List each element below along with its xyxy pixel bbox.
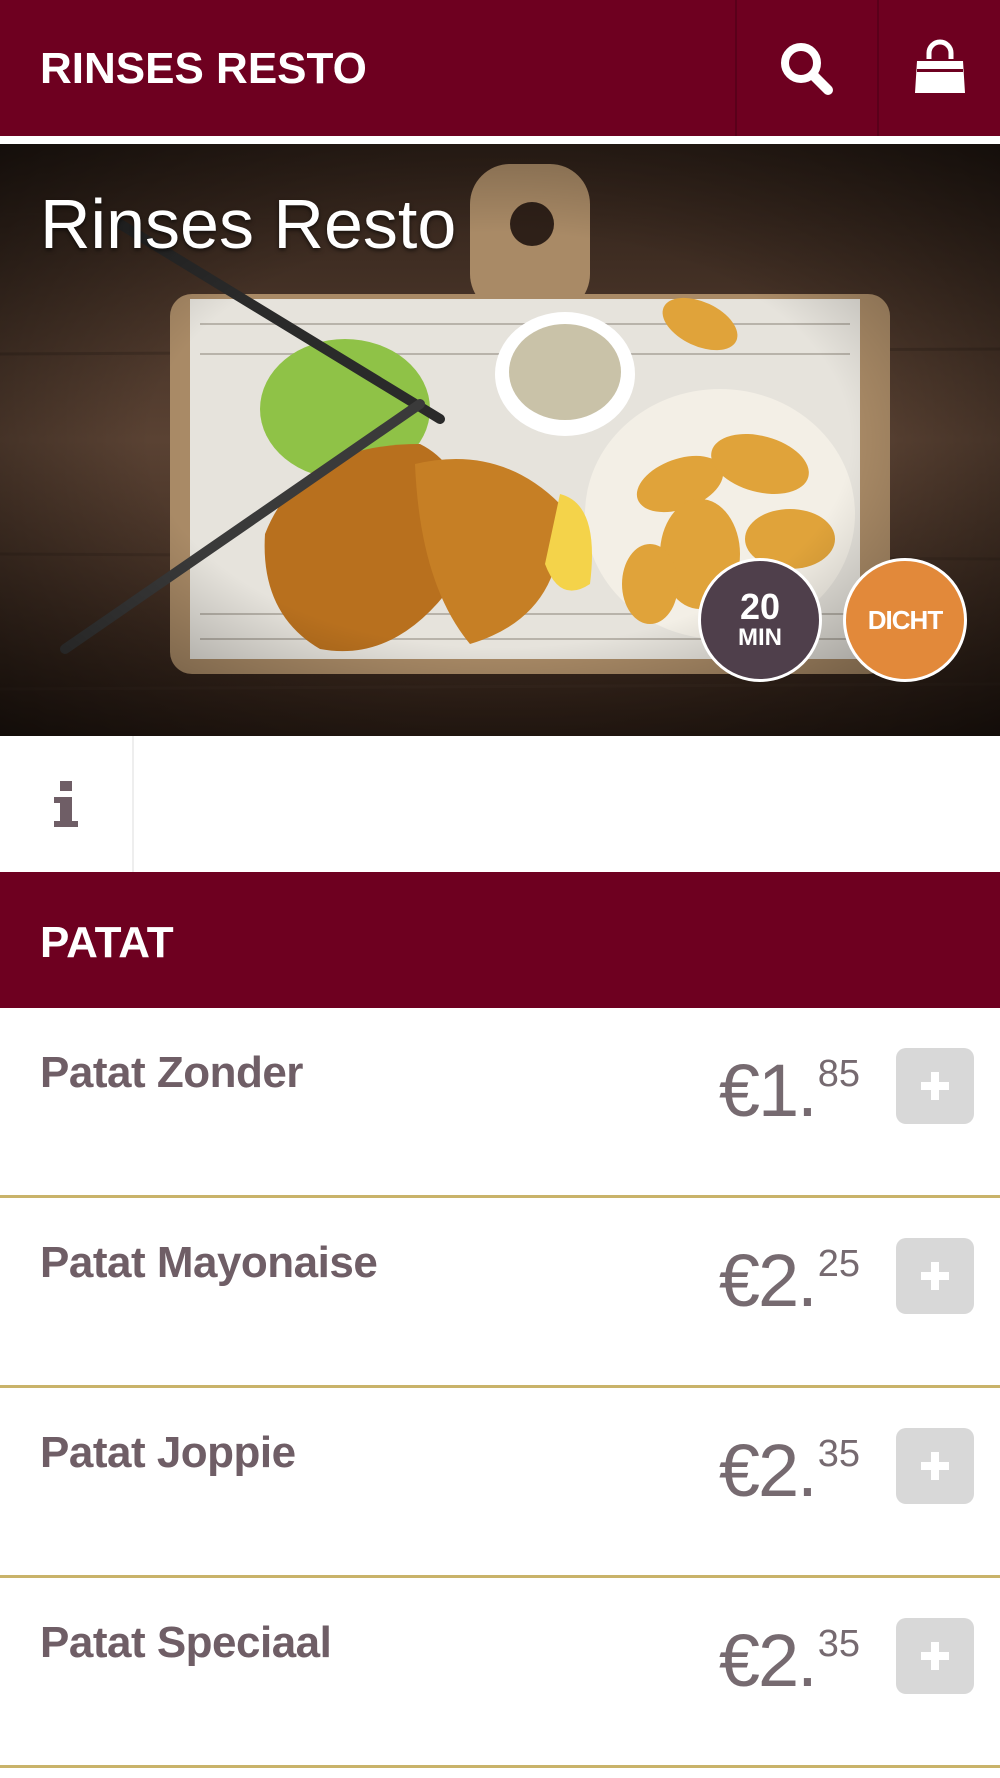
restaurant-title: Rinses Resto xyxy=(40,185,457,263)
shopping-bag-icon xyxy=(914,39,965,93)
item-price: €2.25 xyxy=(719,1238,860,1323)
menu-list: Patat Zonder €1.85 Patat Mayonaise €2.25… xyxy=(0,1008,1000,1768)
price-cents: 25 xyxy=(817,1243,860,1285)
search-button[interactable] xyxy=(735,0,875,136)
plus-icon xyxy=(921,1452,949,1480)
plus-icon xyxy=(921,1642,949,1670)
delivery-time-value: 20 xyxy=(739,586,781,627)
menu-item[interactable]: Patat Speciaal €2.35 xyxy=(0,1578,1000,1768)
item-name: Patat Zonder xyxy=(40,1048,303,1097)
brand-name[interactable]: RINSES RESTO xyxy=(40,44,367,94)
add-to-cart-button[interactable] xyxy=(896,1048,974,1124)
delivery-time-badge: 20 MIN xyxy=(698,558,822,682)
hero-banner: Rinses Resto 20 MIN DICHT xyxy=(0,144,1000,736)
price-main: €2. xyxy=(718,1619,818,1702)
add-to-cart-button[interactable] xyxy=(896,1428,974,1504)
price-main: €2. xyxy=(718,1239,818,1322)
item-name: Patat Speciaal xyxy=(40,1618,332,1667)
delivery-time-unit: MIN xyxy=(738,624,782,651)
plus-icon xyxy=(921,1262,949,1290)
price-cents: 85 xyxy=(817,1053,860,1095)
add-to-cart-button[interactable] xyxy=(896,1618,974,1694)
category-header: PATAT xyxy=(0,872,1000,1008)
item-price: €2.35 xyxy=(719,1428,860,1513)
item-name: Patat Joppie xyxy=(40,1428,296,1477)
price-main: €1. xyxy=(718,1049,818,1132)
item-name: Patat Mayonaise xyxy=(40,1238,378,1287)
item-price: €2.35 xyxy=(719,1618,860,1703)
info-tab[interactable] xyxy=(0,736,134,872)
menu-item[interactable]: Patat Joppie €2.35 xyxy=(0,1388,1000,1578)
add-to-cart-button[interactable] xyxy=(896,1238,974,1314)
item-price: €1.85 xyxy=(719,1048,860,1133)
info-tab-bar xyxy=(0,736,1000,872)
status-badge: DICHT xyxy=(843,558,967,682)
price-cents: 35 xyxy=(817,1623,860,1665)
search-icon xyxy=(781,43,833,95)
menu-item[interactable]: Patat Mayonaise €2.25 xyxy=(0,1198,1000,1388)
price-cents: 35 xyxy=(817,1433,860,1475)
plus-icon xyxy=(921,1072,949,1100)
info-icon xyxy=(54,781,78,827)
menu-item[interactable]: Patat Zonder €1.85 xyxy=(0,1008,1000,1198)
top-bar: RINSES RESTO xyxy=(0,0,1000,140)
price-main: €2. xyxy=(718,1429,818,1512)
cart-button[interactable] xyxy=(877,0,1000,136)
category-label: PATAT xyxy=(40,918,174,967)
